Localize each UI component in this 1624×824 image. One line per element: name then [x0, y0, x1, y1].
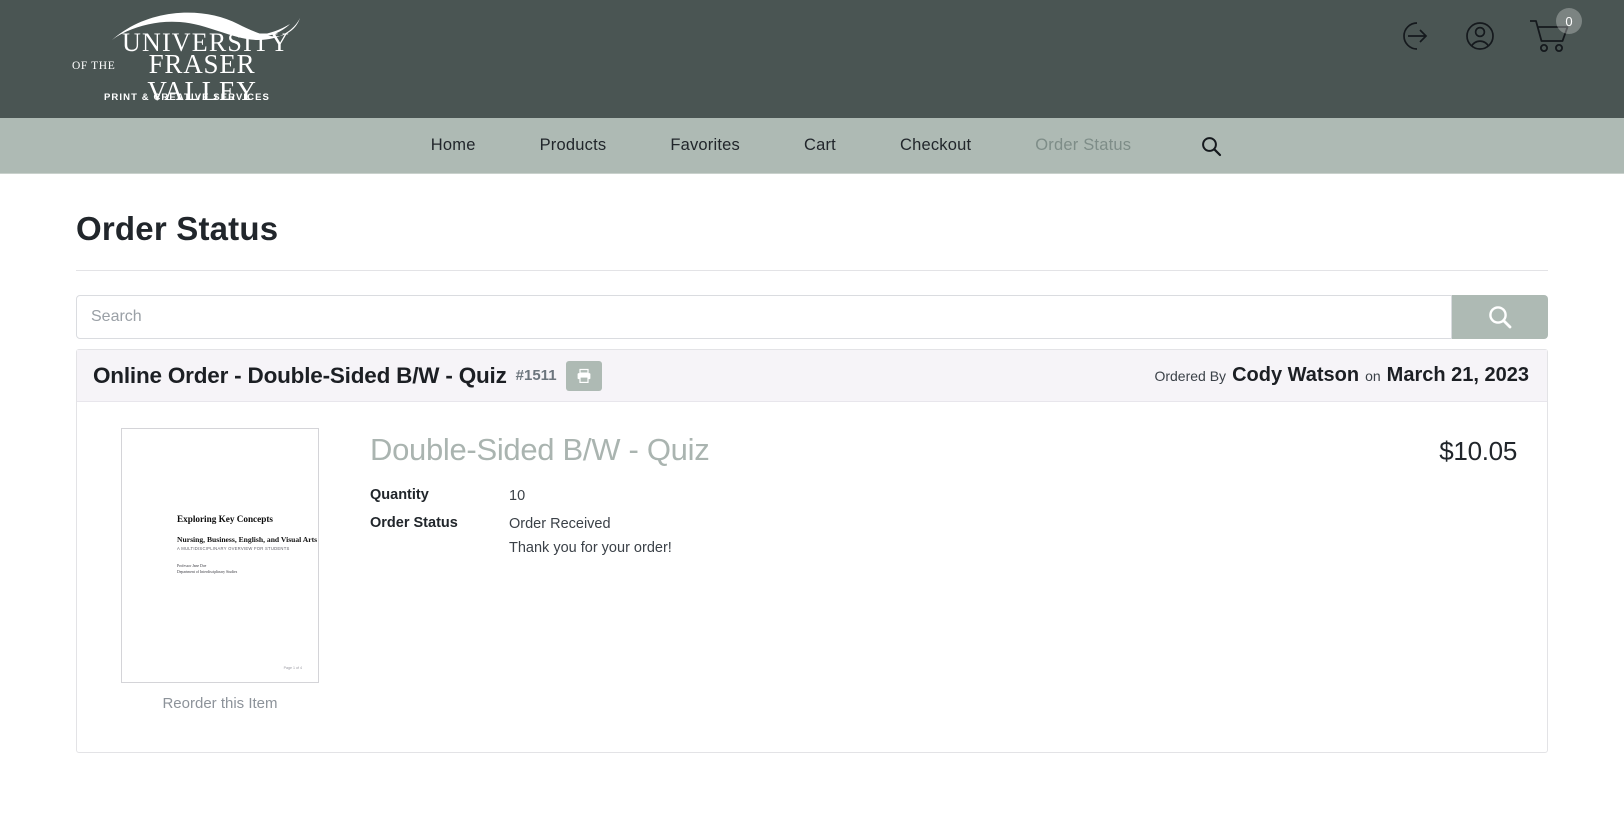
order-number: #1511	[515, 367, 557, 384]
ordered-by-name: Cody Watson	[1232, 364, 1360, 386]
thumbnail-doc-footer: Page 1 of 4	[283, 666, 302, 670]
spec-row-order-status: Order Status Order Received Thank you fo…	[370, 514, 1323, 558]
price-column: $10.05	[1323, 428, 1523, 712]
thumbnail-doc-subtitle: Nursing, Business, English, and Visual A…	[177, 535, 318, 544]
spec-label-quantity: Quantity	[370, 487, 429, 503]
nav-item-favorites[interactable]: Favorites	[638, 136, 772, 155]
product-name[interactable]: Double-Sided B/W - Quiz	[370, 432, 1323, 468]
order-header-left: Online Order - Double-Sided B/W - Quiz #…	[93, 360, 602, 391]
on-label: on	[1365, 368, 1381, 384]
order-card: Online Order - Double-Sided B/W - Quiz #…	[76, 349, 1548, 753]
cart-count-badge: 0	[1556, 8, 1582, 34]
main-navigation: Home Products Favorites Cart Checkout Or…	[0, 118, 1624, 174]
page-content: Order Status Online Order - Double-Sided…	[0, 174, 1624, 753]
order-title: Online Order - Double-Sided B/W - Quiz	[93, 362, 507, 388]
page-title: Order Status	[76, 174, 1548, 271]
order-status-message: Thank you for your order!	[509, 539, 672, 556]
nav-item-order-status[interactable]: Order Status	[1003, 136, 1163, 155]
spec-label-order-status: Order Status	[370, 515, 458, 532]
item-price: $10.05	[1439, 436, 1517, 466]
thumbnail-doc-meta: Professor Jane Doe Department of Interdis…	[177, 564, 238, 574]
order-status-value: Order Received	[509, 516, 611, 533]
site-header: UNIVERSITY OF THE FRASER VALLEY PRINT & …	[0, 0, 1624, 118]
ordered-date: March 21, 2023	[1386, 364, 1529, 386]
logo-tagline: PRINT & CREATIVE SERVICES	[104, 92, 270, 103]
nav-search-button[interactable]	[1197, 132, 1225, 160]
print-order-button[interactable]	[565, 360, 602, 391]
cart-button[interactable]: 0	[1526, 8, 1582, 58]
logout-icon[interactable]	[1394, 16, 1434, 56]
spec-value-order-status: Order Received Thank you for your order!	[509, 514, 672, 558]
search-submit-button[interactable]	[1452, 295, 1548, 339]
order-card-body: Exploring Key Concepts Nursing, Business…	[77, 402, 1547, 752]
search-icon	[1489, 306, 1512, 329]
ufv-logo[interactable]: UNIVERSITY OF THE FRASER VALLEY PRINT & …	[72, 6, 302, 112]
search-icon	[1202, 136, 1222, 156]
nav-item-products[interactable]: Products	[508, 136, 639, 155]
nav-item-cart[interactable]: Cart	[772, 136, 868, 155]
detail-column: Double-Sided B/W - Quiz Quantity 10 Orde…	[346, 428, 1323, 712]
thumbnail-doc-subtitle2: A MULTIDISCIPLINARY OVERVIEW FOR STUDENT…	[177, 546, 290, 551]
spec-value-quantity: 10	[509, 488, 526, 504]
printer-icon	[577, 368, 590, 383]
spec-row-quantity: Quantity 10	[370, 486, 1323, 506]
nav-item-checkout[interactable]: Checkout	[868, 136, 1003, 155]
search-bar	[76, 295, 1548, 339]
thumbnail-doc-title: Exploring Key Concepts	[177, 514, 273, 524]
product-thumbnail[interactable]: Exploring Key Concepts Nursing, Business…	[121, 428, 319, 683]
account-icon[interactable]	[1460, 16, 1500, 56]
ordered-by-label: Ordered By	[1154, 368, 1227, 384]
nav-item-home[interactable]: Home	[399, 136, 508, 155]
order-header-right: Ordered By Cody Watson on March 21, 2023	[1154, 364, 1529, 387]
reorder-item-link[interactable]: Reorder this Item	[121, 695, 319, 712]
spec-table: Quantity 10 Order Status Order Received …	[370, 486, 1323, 558]
search-input[interactable]	[76, 295, 1452, 339]
thumbnail-column: Exploring Key Concepts Nursing, Business…	[101, 428, 346, 712]
header-icon-group: 0	[1394, 8, 1582, 58]
order-card-header: Online Order - Double-Sided B/W - Quiz #…	[77, 350, 1547, 402]
